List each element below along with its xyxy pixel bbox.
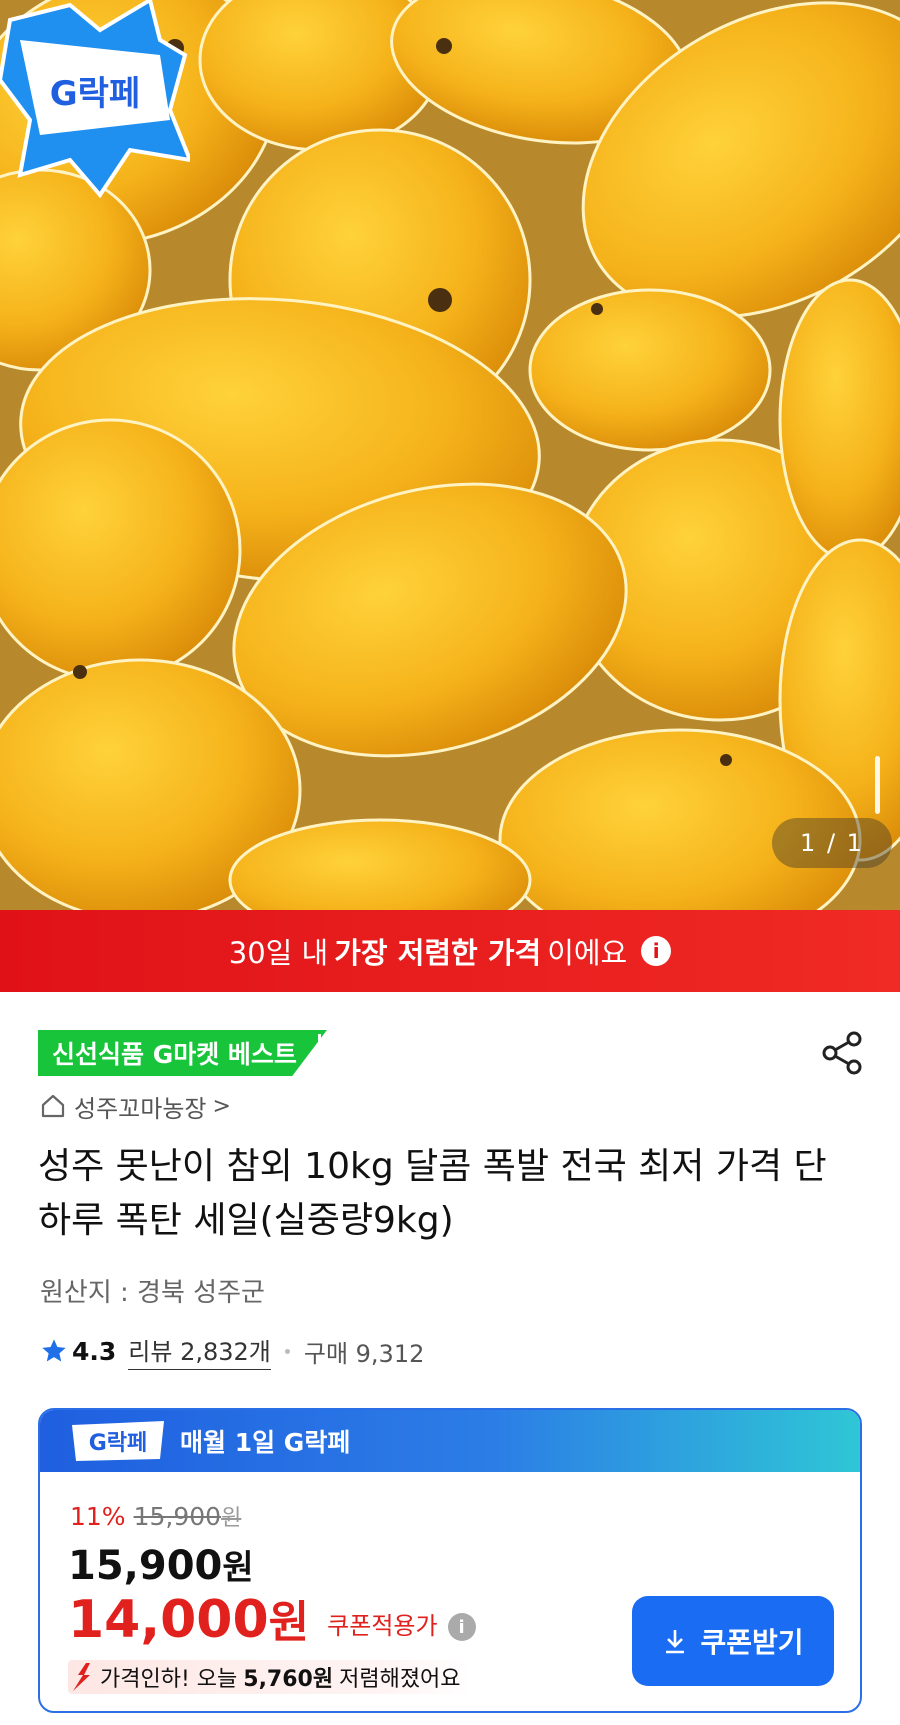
sale-price: 15,900원 bbox=[68, 1540, 254, 1589]
info-icon[interactable]: i bbox=[641, 936, 672, 966]
price-drop-notice: 가격인하! 오늘 5,760원 저렴해졌어요 bbox=[68, 1660, 471, 1694]
download-icon bbox=[666, 1630, 685, 1654]
separator-dot bbox=[284, 1348, 290, 1354]
coupon-price-label: 쿠폰적용가 bbox=[327, 1612, 438, 1640]
product-image[interactable]: G락페 1 / 1 bbox=[0, 0, 900, 910]
shop-name: 성주꼬마농장 bbox=[74, 1094, 207, 1123]
price-drop-pre: 가격인하! 오늘 bbox=[100, 1667, 238, 1692]
discount-row: 11% 15,900 원 bbox=[70, 1500, 241, 1532]
best-seller-badge[interactable]: 신선식품 G마켓 베스트 bbox=[38, 1030, 327, 1076]
purchase-count: 구매 9,312 bbox=[303, 1339, 425, 1368]
sale-price-value: 15,900 bbox=[68, 1543, 223, 1589]
image-page-counter: 1 / 1 bbox=[772, 818, 892, 868]
glakpe-badge: G락페 bbox=[0, 0, 190, 199]
star-icon bbox=[42, 1339, 66, 1362]
sale-price-unit: 원 bbox=[222, 1548, 254, 1588]
original-price-unit: 원 bbox=[221, 1506, 242, 1531]
event-label: 매월 1일 G락페 bbox=[180, 1428, 351, 1457]
coupon-price: 14,000원 bbox=[68, 1590, 309, 1653]
discount-rate: 11% bbox=[70, 1501, 126, 1531]
coupon-price-unit: 원 bbox=[268, 1597, 310, 1648]
banner-post-text: 이에요 bbox=[547, 936, 628, 970]
banner-pre-text: 30일 내 bbox=[228, 936, 329, 970]
lowest-price-banner[interactable]: 30일 내 가장 저렴한 가격 이에요 i bbox=[0, 910, 900, 992]
original-price: 15,900 bbox=[133, 1501, 222, 1531]
price-card: G락페 매월 1일 G락페 11% 15,900 원 15,900원 14,00… bbox=[38, 1408, 862, 1713]
review-link[interactable]: 리뷰 2,832개 bbox=[128, 1332, 271, 1370]
banner-strong-text: 가장 저렴한 가격 bbox=[334, 936, 542, 970]
shop-link[interactable]: 성주꼬마농장 > bbox=[40, 1090, 231, 1123]
coupon-button-label: 쿠폰받기 bbox=[700, 1627, 804, 1658]
product-title: 성주 못난이 참외 10kg 달콤 폭발 전국 최저 가격 단 하루 폭탄 세일… bbox=[38, 1146, 827, 1241]
glakpe-logo: G락페 bbox=[72, 1421, 164, 1461]
rating-row: 4.3 리뷰 2,832개 구매 9,312 bbox=[40, 1332, 425, 1370]
coupon-price-row: 14,000원 쿠폰적용가 i bbox=[68, 1590, 476, 1653]
home-icon bbox=[41, 1094, 65, 1118]
badge-divider bbox=[318, 1034, 321, 1074]
price-drop-amount: 5,760원 bbox=[243, 1667, 334, 1692]
glakpe-logo-text: G락페 bbox=[89, 1431, 148, 1456]
chevron-right-icon: > bbox=[212, 1093, 231, 1119]
share-icon[interactable] bbox=[820, 1030, 864, 1076]
price-drop-post: 저렴해졌어요 bbox=[339, 1667, 461, 1692]
coupon-download-button[interactable]: 쿠폰받기 bbox=[632, 1596, 834, 1686]
origin-info: 원산지 : 경북 성주군 bbox=[40, 1278, 265, 1308]
price-card-header: G락페 매월 1일 G락페 bbox=[40, 1410, 860, 1472]
info-icon[interactable]: i bbox=[447, 1613, 476, 1641]
glakpe-badge-text: G락페 bbox=[50, 74, 140, 114]
down-arrow-icon bbox=[73, 1663, 90, 1691]
image-scroll-indicator bbox=[875, 756, 880, 814]
coupon-price-value: 14,000 bbox=[68, 1590, 269, 1650]
rating-value: 4.3 bbox=[72, 1336, 117, 1366]
